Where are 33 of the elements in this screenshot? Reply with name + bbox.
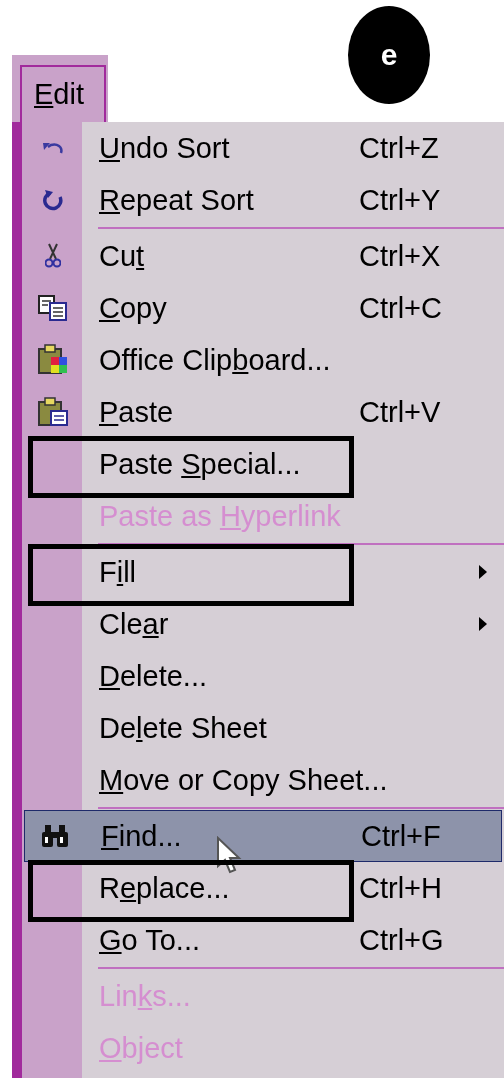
undo-icon [41,140,65,156]
menu-item[interactable]: Cut Ctrl+X [22,230,504,282]
menu-item[interactable]: Move or Copy Sheet... [22,754,504,806]
menu-item[interactable]: Delete... [22,650,504,702]
shortcut-text: Ctrl+Z [359,131,440,165]
menu-item[interactable]: Find... Ctrl+F [24,810,502,862]
step-badge: e [348,6,430,104]
shortcut-text: Ctrl+X [359,239,442,273]
scissors-icon [45,243,61,269]
binoculars-icon [40,824,70,848]
shortcut-text: Ctrl+F [361,819,442,853]
menu-item[interactable]: Paste Ctrl+V [22,386,504,438]
redo-icon [42,189,64,211]
shortcut-text: Ctrl+C [359,291,443,325]
menu-item[interactable]: Fill [22,546,504,598]
menu-item[interactable]: Undo Sort Ctrl+Z [22,122,504,174]
copy-icon [38,295,68,321]
menu-item[interactable]: Paste Special... [22,438,504,490]
paste-icon [37,397,69,427]
menu-item[interactable]: Repeat Sort Ctrl+Y [22,174,504,226]
mouse-pointer-icon [216,836,244,876]
shortcut-text: Ctrl+V [359,395,442,429]
clipboard-icon [37,344,69,376]
menu-item[interactable]: Go To... Ctrl+G [22,914,504,966]
menu-item[interactable]: Copy Ctrl+C [22,282,504,334]
shortcut-text: Ctrl+Y [359,183,442,217]
submenu-arrow-icon [479,565,487,579]
menu-item[interactable]: Delete Sheet [22,702,504,754]
menu-item[interactable]: Office Clipboard... [22,334,504,386]
shortcut-text: Ctrl+H [359,871,443,905]
shortcut-text: Ctrl+G [359,923,445,957]
menu-item[interactable]: Clear [22,598,504,650]
submenu-arrow-icon [479,617,487,631]
